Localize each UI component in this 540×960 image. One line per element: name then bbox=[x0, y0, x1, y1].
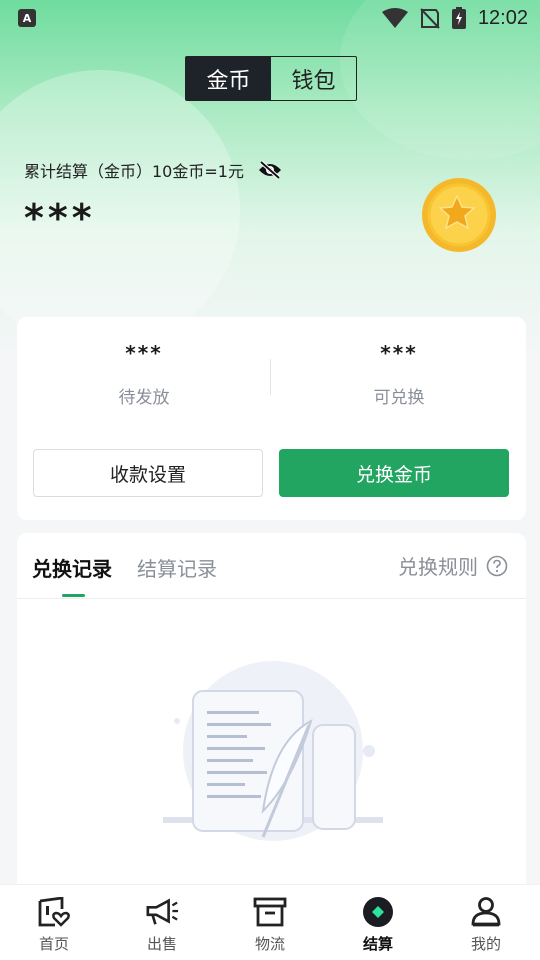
segment-wallet[interactable]: 钱包 bbox=[271, 57, 356, 100]
records-panel: 兑换记录 结算记录 兑换规则 bbox=[17, 533, 526, 893]
nav-item-settlement[interactable]: 结算 bbox=[324, 885, 432, 960]
nav-item-profile[interactable]: 我的 bbox=[432, 885, 540, 960]
nav-item-sell[interactable]: 出售 bbox=[108, 885, 216, 960]
pending-label: 待发放 bbox=[118, 388, 170, 408]
nav-item-logistics[interactable]: 物流 bbox=[216, 885, 324, 960]
active-tab-indicator bbox=[62, 594, 85, 597]
nav-label-logistics: 物流 bbox=[254, 935, 285, 953]
profile-icon bbox=[471, 897, 501, 927]
box-icon bbox=[253, 897, 287, 927]
exchangeable-label: 可兑换 bbox=[373, 388, 425, 408]
stat-divider bbox=[270, 359, 271, 395]
bottom-navigation: 首页 出售 物流 结算 我的 bbox=[0, 884, 540, 960]
wifi-icon bbox=[381, 8, 408, 28]
settlement-icon bbox=[363, 897, 393, 927]
total-settlement-value: *** bbox=[24, 196, 96, 240]
total-settlement-label: 累计结算（金币）10金币=1元 bbox=[24, 158, 282, 182]
home-shop-icon bbox=[38, 897, 70, 927]
tab-exchange-records[interactable]: 兑换记录 bbox=[32, 553, 112, 582]
help-circle-icon bbox=[486, 555, 508, 576]
exchange-rules-link[interactable]: 兑换规则 bbox=[398, 551, 508, 580]
balance-card: *** 待发放 *** 可兑换 收款设置 兑换金币 bbox=[17, 317, 526, 520]
gold-coin-icon bbox=[422, 178, 496, 252]
nav-label-profile: 我的 bbox=[470, 935, 501, 953]
exchangeable-value: *** bbox=[380, 341, 418, 365]
exchangeable-stat: *** 可兑换 bbox=[272, 341, 526, 408]
pending-value: *** bbox=[125, 341, 163, 365]
total-settlement-text: 累计结算（金币）10金币=1元 bbox=[24, 162, 244, 181]
exchange-coins-button[interactable]: 兑换金币 bbox=[279, 449, 509, 497]
eye-off-icon[interactable] bbox=[258, 160, 282, 180]
tab-settlement-records[interactable]: 结算记录 bbox=[137, 553, 217, 582]
megaphone-icon bbox=[146, 898, 179, 925]
payment-settings-button[interactable]: 收款设置 bbox=[33, 449, 263, 497]
battery-charging-icon bbox=[451, 7, 466, 29]
nav-label-settlement: 结算 bbox=[362, 935, 393, 953]
nav-item-home[interactable]: 首页 bbox=[0, 885, 108, 960]
clock: 12:02 bbox=[477, 6, 528, 29]
app-notification-icon: A bbox=[18, 9, 36, 27]
nav-label-home: 首页 bbox=[38, 935, 69, 953]
exchange-rules-label: 兑换规则 bbox=[398, 555, 478, 579]
nav-label-sell: 出售 bbox=[146, 935, 177, 953]
pending-stat: *** 待发放 bbox=[17, 341, 271, 408]
segment-coins[interactable]: 金币 bbox=[186, 57, 271, 100]
empty-state-scroll-quill-icon bbox=[163, 661, 383, 841]
records-tabs: 兑换记录 结算记录 兑换规则 bbox=[17, 533, 526, 599]
status-bar: A 12:02 bbox=[0, 0, 540, 36]
wallet-segment-control: 金币 钱包 bbox=[185, 56, 357, 101]
no-signal-icon bbox=[420, 8, 440, 29]
